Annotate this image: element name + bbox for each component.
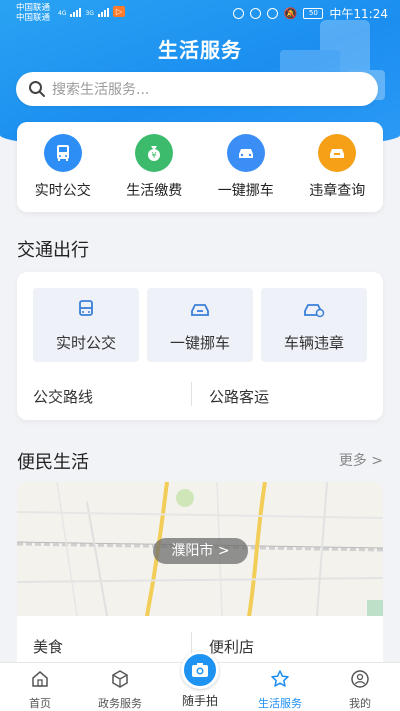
signal-icon	[70, 7, 82, 17]
quick-item-violation[interactable]: 违章查询	[293, 134, 381, 212]
bottom-nav: 首页 政务服务 随手拍 生活服务 我的	[0, 651, 400, 711]
camera-icon	[192, 663, 208, 677]
car-violation-icon	[304, 304, 325, 318]
city-map[interactable]: 濮阳市 >	[17, 482, 383, 617]
headset-icon	[232, 8, 244, 19]
nav-life-services[interactable]: 生活服务	[240, 669, 320, 711]
quick-services-card: 实时公交 ¥ 生活缴费 一键挪车 违章查询	[17, 122, 383, 212]
mute-icon: 🔕	[283, 7, 298, 20]
car-icon	[226, 134, 265, 172]
quick-item-move-car[interactable]: 一键挪车	[202, 134, 290, 212]
link-food[interactable]: 美食	[33, 636, 63, 657]
bus-icon	[43, 134, 82, 172]
star-icon	[271, 670, 289, 687]
tile-vehicle-violation[interactable]: 车辆违章	[261, 288, 367, 362]
link-bus-routes[interactable]: 公交路线	[33, 386, 93, 407]
user-icon	[351, 670, 369, 688]
divider	[191, 382, 192, 406]
carrier-info: 中国联通 中国联通	[16, 3, 51, 23]
notification-icon: ▷	[112, 6, 125, 17]
search-icon	[29, 81, 45, 97]
nav-snapshot-label[interactable]: 随手拍	[160, 692, 240, 709]
car-violation-icon	[318, 134, 357, 172]
alarm-icon	[266, 8, 278, 19]
life-section-title: 便民生活	[17, 452, 89, 473]
money-bag-icon: ¥	[135, 134, 174, 172]
link-convenience-store[interactable]: 便利店	[209, 636, 254, 657]
eye-icon	[249, 8, 261, 19]
battery-icon: 50	[303, 8, 324, 19]
city-selector[interactable]: 濮阳市 >	[153, 538, 248, 564]
nav-home[interactable]: 首页	[0, 669, 80, 711]
car-icon	[191, 304, 209, 316]
quick-item-payment[interactable]: ¥ 生活缴费	[110, 134, 198, 212]
svg-text:¥: ¥	[152, 151, 157, 160]
clock: 中午11:24	[329, 7, 388, 21]
tile-move-car[interactable]: 一键挪车	[147, 288, 253, 362]
signal-icons: 4G 3G ▷	[58, 6, 125, 17]
snapshot-button[interactable]	[181, 651, 219, 689]
tile-realtime-bus[interactable]: 实时公交	[33, 288, 139, 362]
cube-icon	[112, 670, 128, 688]
nav-mine[interactable]: 我的	[320, 669, 400, 711]
quick-item-bus[interactable]: 实时公交	[19, 134, 107, 212]
signal-icon	[97, 7, 109, 17]
search-placeholder: 搜索生活服务...	[52, 82, 150, 98]
more-link[interactable]: 更多 >	[339, 450, 383, 470]
link-road-transport[interactable]: 公路客运	[209, 386, 269, 407]
bus-icon	[79, 300, 93, 316]
search-bar[interactable]: 搜索生活服务...	[16, 72, 378, 106]
home-icon	[32, 671, 48, 687]
traffic-card: 实时公交 一键挪车 车辆违章 公交路线 公路客运	[17, 272, 383, 420]
status-right: 🔕 50 中午11:24	[232, 5, 388, 22]
status-bar: 中国联通 中国联通 4G 3G ▷ 🔕 50 中午11:24	[0, 0, 400, 26]
nav-gov-services[interactable]: 政务服务	[80, 669, 160, 711]
page-title: 生活服务	[158, 38, 242, 62]
traffic-section-title: 交通出行	[17, 240, 89, 261]
